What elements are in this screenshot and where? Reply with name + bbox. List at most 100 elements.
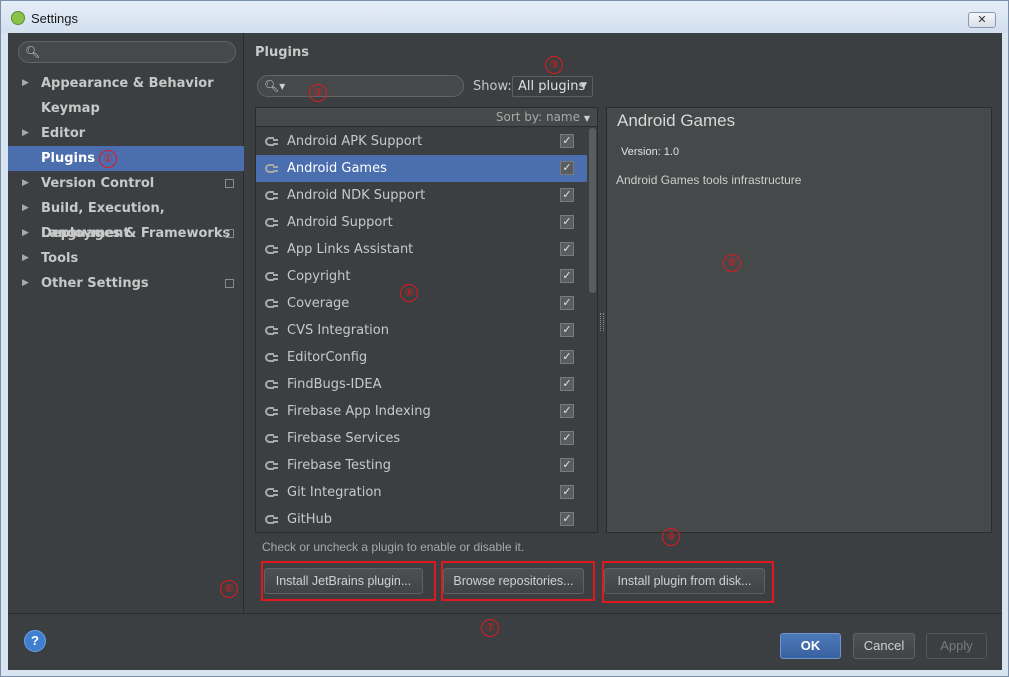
expand-arrow-icon[interactable]: ▶	[22, 196, 29, 221]
help-button[interactable]: ?	[24, 630, 46, 652]
plugins-panel: Plugins 🔍︎▾ Show: All plugins ▼ Sort by:…	[245, 33, 1002, 612]
dialog-footer: ? OK Cancel Apply	[8, 613, 1002, 670]
show-filter-dropdown[interactable]: All plugins ▼	[512, 76, 593, 97]
sidebar-item[interactable]: ▶ Other Settings	[8, 271, 244, 296]
plugin-name: FindBugs-IDEA	[287, 377, 382, 392]
sidebar-item[interactable]: ▶ Tools	[8, 246, 244, 271]
expand-arrow-icon[interactable]: ▶	[22, 171, 29, 196]
plugin-name: Firebase Services	[287, 431, 401, 446]
plugin-list-scrollbar[interactable]	[588, 128, 597, 532]
plugin-enabled-checkbox[interactable]: ✓	[560, 458, 574, 472]
plugin-row[interactable]: Copyright ✓	[256, 263, 587, 290]
cancel-button[interactable]: Cancel	[853, 633, 915, 659]
plugin-icon	[263, 323, 278, 337]
plugin-enabled-checkbox[interactable]: ✓	[560, 512, 574, 526]
chevron-down-icon: ▼	[583, 114, 590, 123]
annotation-highlight-box	[441, 561, 595, 601]
sidebar-item[interactable]: ▶ Build, Execution, Deployment	[8, 196, 244, 241]
sidebar-item[interactable]: ▶ Version Control	[8, 171, 244, 196]
expand-arrow-icon[interactable]: ▶	[22, 71, 29, 96]
plugin-name: Android Support	[287, 215, 393, 230]
sidebar-item-label: Appearance & Behavior	[41, 76, 214, 91]
plugin-row[interactable]: FindBugs-IDEA ✓	[256, 371, 587, 398]
plugin-name: Android Games	[287, 161, 387, 176]
plugin-row[interactable]: Firebase App Indexing ✓	[256, 398, 587, 425]
plugin-enabled-checkbox[interactable]: ✓	[560, 161, 574, 175]
plugin-detail-version: Version: 1.0	[621, 146, 680, 158]
chevron-down-icon: ▼	[580, 81, 587, 91]
plugin-icon	[263, 269, 278, 283]
plugin-enabled-checkbox[interactable]: ✓	[560, 134, 574, 148]
plugin-row[interactable]: EditorConfig ✓	[256, 344, 587, 371]
plugin-enabled-checkbox[interactable]: ✓	[560, 377, 574, 391]
project-scope-icon	[225, 229, 234, 238]
plugin-name: Copyright	[287, 269, 351, 284]
plugin-row[interactable]: Android Games ✓	[256, 155, 587, 182]
plugin-icon	[263, 377, 278, 391]
plugin-enabled-checkbox[interactable]: ✓	[560, 188, 574, 202]
search-options-icon: 🔍︎▾	[264, 79, 286, 93]
plugin-name: Coverage	[287, 296, 350, 311]
annotation-marker-5: ⑤	[723, 254, 741, 272]
plugin-detail-name: Android Games	[617, 111, 736, 130]
expand-arrow-icon[interactable]: ▶	[22, 121, 29, 146]
sidebar-item-label: Languages & Frameworks	[41, 226, 231, 241]
plugin-row[interactable]: Android Support ✓	[256, 209, 587, 236]
panel-splitter-handle[interactable]	[600, 313, 604, 331]
sidebar-item[interactable]: ▶ Editor	[8, 121, 244, 146]
dialog-content: 🔍︎ ▶ Appearance & Behavior Keymap ▶ Editor Pl…	[8, 33, 1002, 670]
scrollbar-thumb[interactable]	[589, 128, 596, 293]
plugin-enabled-checkbox[interactable]: ✓	[560, 485, 574, 499]
plugin-name: CVS Integration	[287, 323, 389, 338]
show-filter-value: All plugins	[518, 79, 586, 94]
expand-arrow-icon[interactable]: ▶	[22, 221, 29, 246]
expand-arrow-icon[interactable]: ▶	[22, 246, 29, 271]
plugin-enabled-checkbox[interactable]: ✓	[560, 269, 574, 283]
plugin-icon	[263, 296, 278, 310]
expand-arrow-icon[interactable]: ▶	[22, 271, 29, 296]
plugin-icon	[263, 134, 278, 148]
plugin-row[interactable]: Android NDK Support ✓	[256, 182, 587, 209]
plugin-row[interactable]: Firebase Testing ✓	[256, 452, 587, 479]
sidebar-search-input[interactable]: 🔍︎	[18, 41, 236, 63]
sidebar-item[interactable]: Plugins	[8, 146, 244, 171]
page-title: Plugins	[255, 45, 309, 60]
sort-by-dropdown[interactable]: Sort by: name ▼	[256, 108, 597, 127]
annotation-marker-8: ⑧	[662, 528, 680, 546]
plugin-row[interactable]: App Links Assistant ✓	[256, 236, 587, 263]
sidebar-item[interactable]: ▶ Languages & Frameworks	[8, 221, 244, 246]
annotation-marker-1: ①	[99, 150, 117, 168]
annotation-marker-4: ④	[400, 284, 418, 302]
plugin-name: EditorConfig	[287, 350, 368, 365]
plugin-enabled-checkbox[interactable]: ✓	[560, 323, 574, 337]
plugin-icon	[263, 242, 278, 256]
annotation-highlight-box	[261, 561, 436, 601]
plugin-enabled-checkbox[interactable]: ✓	[560, 431, 574, 445]
plugin-enabled-checkbox[interactable]: ✓	[560, 404, 574, 418]
plugin-name: Firebase App Indexing	[287, 404, 431, 419]
sidebar-item[interactable]: ▶ Appearance & Behavior	[8, 71, 244, 96]
plugin-enabled-checkbox[interactable]: ✓	[560, 215, 574, 229]
plugin-row[interactable]: Android APK Support ✓	[256, 128, 587, 155]
plugin-icon	[263, 188, 278, 202]
plugin-enabled-checkbox[interactable]: ✓	[560, 242, 574, 256]
close-button[interactable]: ✕	[968, 12, 996, 28]
plugin-row[interactable]: Firebase Services ✓	[256, 425, 587, 452]
plugin-enabled-checkbox[interactable]: ✓	[560, 296, 574, 310]
sidebar-item-label: Other Settings	[41, 276, 149, 291]
sidebar-item[interactable]: Keymap	[8, 96, 244, 121]
plugin-row[interactable]: Git Integration ✓	[256, 479, 587, 506]
plugin-row[interactable]: CVS Integration ✓	[256, 317, 587, 344]
plugin-detail-panel: Android Games Version: 1.0 Android Games…	[606, 107, 992, 533]
apply-button: Apply	[926, 633, 987, 659]
ok-button[interactable]: OK	[780, 633, 841, 659]
plugin-enabled-checkbox[interactable]: ✓	[560, 350, 574, 364]
plugin-name: Android NDK Support	[287, 188, 426, 203]
plugin-row[interactable]: GitHub ✓	[256, 506, 587, 533]
plugin-icon	[263, 161, 278, 175]
plugin-name: App Links Assistant	[287, 242, 414, 257]
plugin-search-input[interactable]: 🔍︎▾	[257, 75, 464, 97]
sort-by-label: Sort by: name	[495, 110, 581, 124]
show-label: Show:	[473, 79, 512, 94]
plugin-row[interactable]: Coverage ✓	[256, 290, 587, 317]
